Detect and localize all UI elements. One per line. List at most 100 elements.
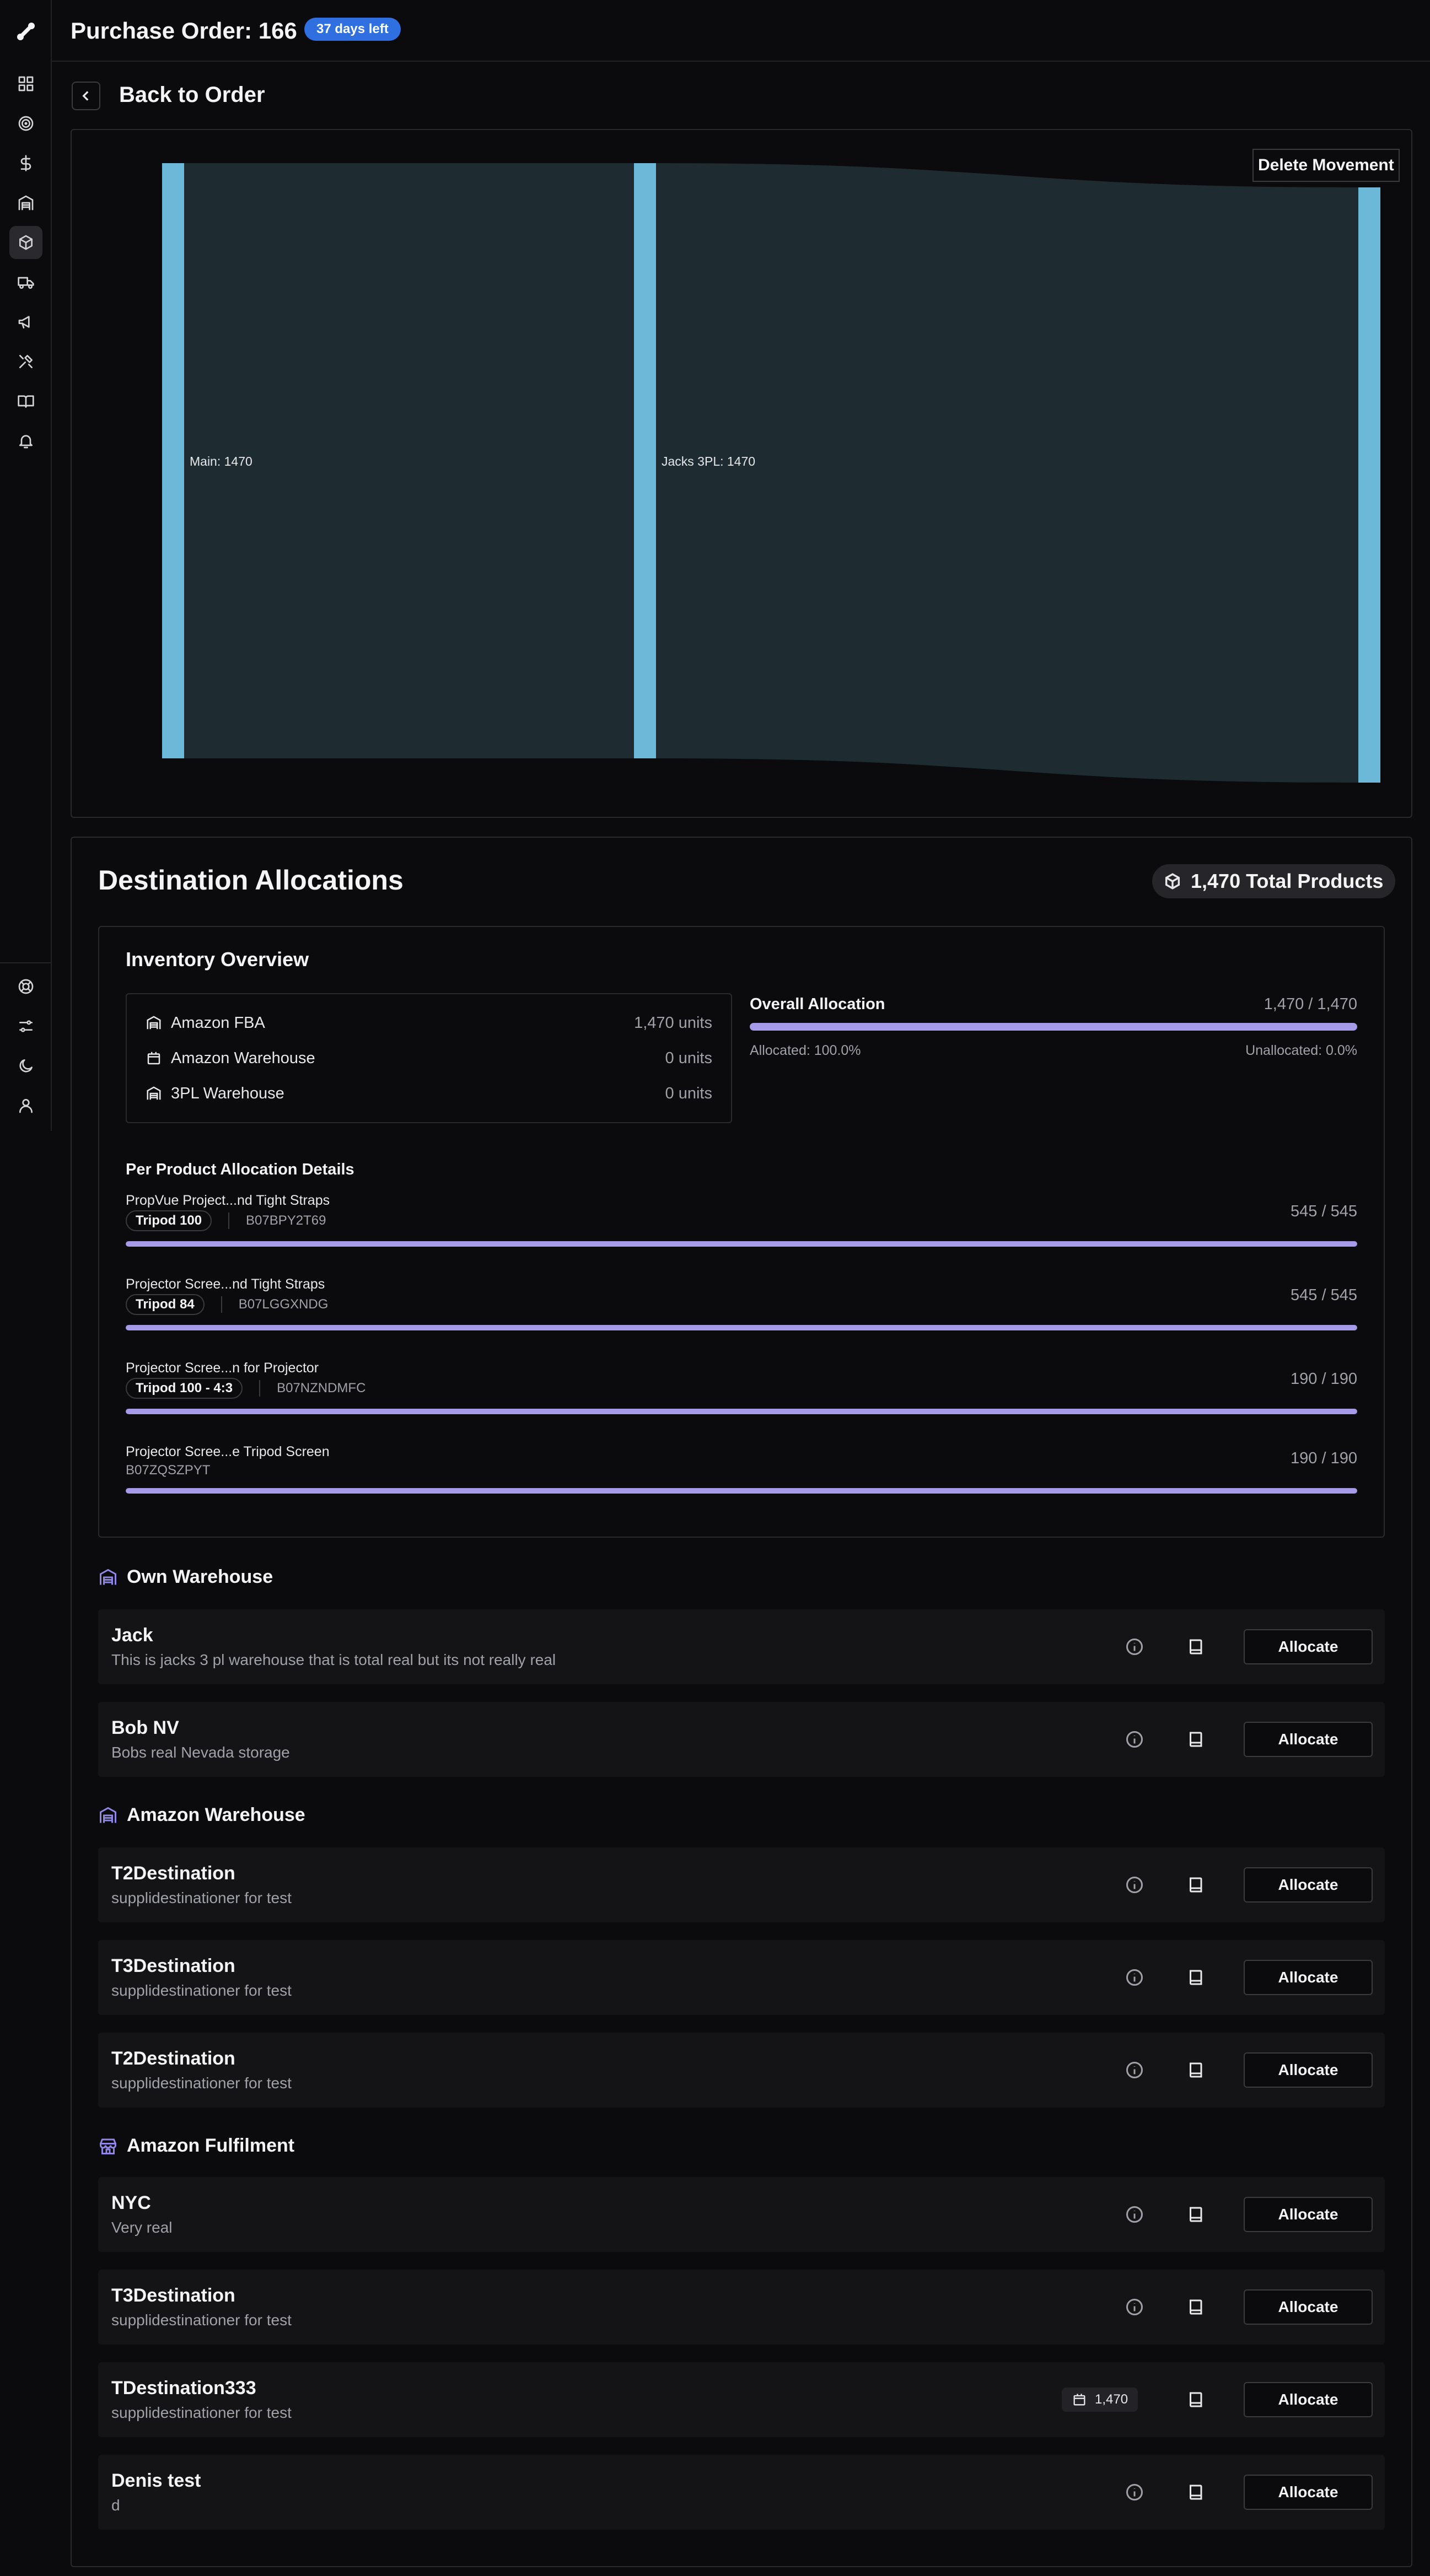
warehouse-summary-name: Amazon Warehouse [171, 1049, 315, 1067]
destination-description: Very real [111, 2219, 173, 2236]
book-icon[interactable] [1186, 1729, 1206, 1749]
delete-movement-button[interactable]: Delete Movement [1252, 149, 1400, 182]
allocate-button[interactable]: Allocate [1244, 1629, 1373, 1664]
product-name: Projector Scree...n for Projector [126, 1360, 319, 1376]
product-allocation-bar [126, 1488, 1357, 1494]
warehouse-summary-value: 0 units [665, 1049, 712, 1067]
warehouse-summary: Amazon FBA 1,470 units Amazon Warehouse … [126, 993, 732, 1123]
per-product-title: Per Product Allocation Details [126, 1161, 354, 1178]
user-icon[interactable] [9, 1089, 42, 1122]
allocate-button[interactable]: Allocate [1244, 1722, 1373, 1757]
sidebar-divider [0, 962, 52, 963]
overall-allocation-label: Overall Allocation [750, 995, 885, 1013]
product-count: 545 / 545 [1291, 1203, 1357, 1220]
store-icon [100, 2138, 116, 2154]
sankey-node-label: Main: 1470 [190, 454, 252, 468]
destination-description: d [111, 2497, 120, 2514]
product-allocation-bar [126, 1409, 1357, 1414]
product-allocation-fill [126, 1488, 1357, 1494]
allocate-button[interactable]: Allocate [1244, 2289, 1373, 2325]
product-allocation-item: Projector Scree...nd Tight Straps Tripod… [126, 1276, 1357, 1337]
destination-row: T2Destination supplidestinationer for te… [98, 2033, 1385, 2108]
book-icon[interactable] [1186, 1968, 1206, 1987]
overall-allocation-fill [750, 1023, 1357, 1031]
total-products-label: 1,470 Total Products [1191, 870, 1384, 892]
destination-row: NYC Very real Allocate [98, 2177, 1385, 2252]
info-icon[interactable] [1125, 2482, 1144, 2502]
warehouse-icon [146, 1015, 162, 1031]
product-tag: Tripod 100 - 4:3 [126, 1378, 243, 1399]
warehouse-summary-value: 0 units [665, 1084, 712, 1102]
book-icon[interactable] [1186, 1875, 1206, 1895]
destination-name: T2Destination [111, 1863, 235, 1884]
book-icon[interactable] [1186, 2297, 1206, 2317]
book-icon[interactable] [1186, 2482, 1206, 2502]
allocate-button[interactable]: Allocate [1244, 2197, 1373, 2232]
book-icon[interactable] [1186, 2060, 1206, 2080]
info-icon[interactable] [1125, 1729, 1144, 1749]
sankey-node-label: Jacks 3PL: 1470 [662, 454, 756, 468]
product-allocation-bar [126, 1241, 1357, 1247]
destination-row: Bob NV Bobs real Nevada storage Allocate [98, 1702, 1385, 1777]
info-icon[interactable] [1125, 2060, 1144, 2080]
product-asin: B07LGGXNDG [238, 1297, 329, 1312]
info-icon[interactable] [1125, 2205, 1144, 2224]
product-allocation-fill [126, 1325, 1357, 1330]
book-icon[interactable] [1186, 2390, 1206, 2410]
warehouse-summary-name: 3PL Warehouse [171, 1084, 284, 1102]
allocated-quantity-badge[interactable]: 1,470 [1062, 2388, 1138, 2412]
overall-allocation-value: 1,470 / 1,470 [1264, 995, 1357, 1013]
settings-sliders-icon[interactable] [9, 1010, 42, 1043]
product-allocation-item: Projector Scree...n for Projector Tripod… [126, 1360, 1357, 1421]
destination-row: Denis test d Allocate [98, 2455, 1385, 2530]
info-icon[interactable] [1125, 1968, 1144, 1987]
sankey-node[interactable] [1358, 187, 1380, 783]
moon-icon[interactable] [9, 1049, 42, 1082]
allocate-button[interactable]: Allocate [1244, 1867, 1373, 1903]
info-icon[interactable] [1125, 2297, 1144, 2317]
overall-allocation-bar [750, 1023, 1357, 1031]
sankey-node[interactable] [162, 163, 184, 758]
info-icon[interactable] [1125, 1637, 1144, 1657]
destination-name: T3Destination [111, 1955, 235, 1976]
destination-row: T2Destination supplidestinationer for te… [98, 1847, 1385, 1922]
destination-description: supplidestinationer for test [111, 2311, 292, 2329]
destination-name: TDestination333 [111, 2378, 256, 2399]
product-count: 190 / 190 [1291, 1370, 1357, 1388]
book-icon[interactable] [1186, 2205, 1206, 2224]
product-allocation-item: PropVue Project...nd Tight Straps Tripod… [126, 1193, 1357, 1253]
destination-description: Bobs real Nevada storage [111, 1744, 290, 1761]
destination-description: supplidestinationer for test [111, 2074, 292, 2092]
warehouse-summary-row: Amazon Warehouse 0 units [146, 1047, 712, 1069]
destination-row: Jack This is jacks 3 pl warehouse that i… [98, 1609, 1385, 1684]
sankey-node[interactable] [634, 163, 656, 758]
allocate-button[interactable]: Allocate [1244, 2382, 1373, 2417]
product-tag: Tripod 84 [126, 1294, 205, 1315]
allocate-button[interactable]: Allocate [1244, 1960, 1373, 1995]
allocated-percent: Allocated: 100.0% [750, 1043, 861, 1058]
destination-name: Jack [111, 1625, 153, 1646]
product-name: Projector Scree...e Tripod Screen [126, 1444, 330, 1459]
group-title-label: Amazon Fulfilment [127, 2135, 295, 2156]
warehouse-summary-value: 1,470 units [634, 1014, 712, 1032]
unallocated-percent: Unallocated: 0.0% [1245, 1043, 1357, 1058]
allocate-button[interactable]: Allocate [1244, 2052, 1373, 2088]
warehouse-summary-row: 3PL Warehouse 0 units [146, 1082, 712, 1104]
group-title-label: Amazon Warehouse [127, 1804, 305, 1825]
warehouse-icon [100, 1569, 116, 1585]
product-tag: Tripod 100 [126, 1210, 212, 1231]
product-count: 190 / 190 [1291, 1449, 1357, 1467]
inventory-overview-title: Inventory Overview [126, 948, 309, 971]
total-products-badge: 1,470 Total Products [1152, 864, 1396, 898]
help-icon[interactable] [9, 970, 42, 1003]
book-icon[interactable] [1186, 1637, 1206, 1657]
product-allocation-bar [126, 1325, 1357, 1330]
allocate-button[interactable]: Allocate [1244, 2475, 1373, 2510]
info-icon[interactable] [1125, 1875, 1144, 1895]
box-icon [1073, 2394, 1085, 2406]
product-allocation-item: Projector Scree...e Tripod Screen B07ZQS… [126, 1444, 1357, 1505]
product-allocation-fill [126, 1409, 1357, 1414]
destination-row: T3Destination supplidestinationer for te… [98, 1940, 1385, 2015]
warehouse-summary-name: Amazon FBA [171, 1014, 265, 1032]
warehouse-summary-row: Amazon FBA 1,470 units [146, 1012, 712, 1034]
